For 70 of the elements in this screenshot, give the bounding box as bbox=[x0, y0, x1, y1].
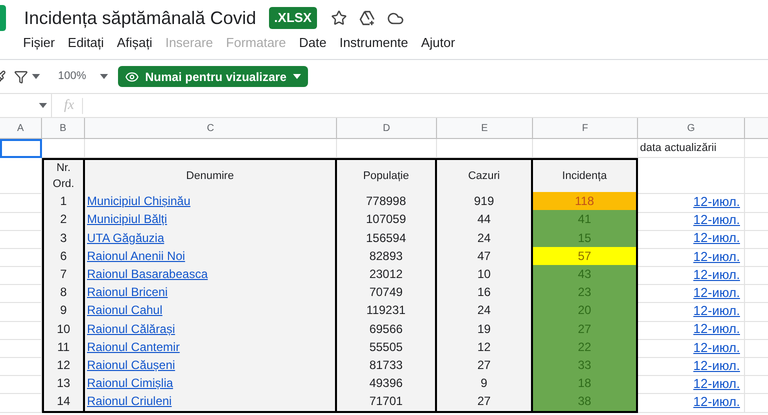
table-cell: 69566 bbox=[337, 319, 437, 340]
eye-icon bbox=[125, 70, 140, 84]
column-header[interactable]: E bbox=[437, 118, 533, 138]
caret-icon bbox=[32, 74, 40, 79]
district-link[interactable]: Raionul Cimișlia bbox=[87, 374, 174, 392]
district-link[interactable]: Raionul Căușeni bbox=[87, 356, 176, 374]
table-header-cell: Incidența bbox=[533, 158, 638, 194]
view-only-button[interactable]: Numai pentru vizualizare bbox=[118, 66, 308, 87]
incidence-cell: 27 bbox=[533, 319, 638, 340]
menu-item[interactable]: Date bbox=[299, 33, 326, 53]
district-link[interactable]: Municipiul Chișinău bbox=[87, 192, 190, 210]
table-cell: 19 bbox=[437, 319, 533, 340]
filter-button[interactable] bbox=[14, 70, 40, 84]
date-link[interactable]: 12-июл. bbox=[693, 282, 740, 302]
table-header-cell: Nr. Ord. bbox=[42, 158, 85, 194]
date-link[interactable]: 12-июл. bbox=[693, 228, 740, 248]
table-header-cell: Populație bbox=[337, 158, 437, 194]
menu-item[interactable]: Afișați bbox=[116, 33, 152, 53]
table-header-cell: Cazuri bbox=[437, 158, 533, 194]
date-link[interactable]: 12-июл. bbox=[693, 246, 740, 266]
caret-icon bbox=[292, 74, 301, 79]
filter-icon bbox=[14, 70, 28, 84]
star-icon[interactable] bbox=[330, 10, 347, 26]
caret-icon bbox=[100, 74, 108, 79]
incidence-cell: 15 bbox=[533, 228, 638, 249]
caret-icon bbox=[39, 103, 47, 108]
district-link[interactable]: Raionul Basarabeasca bbox=[87, 265, 208, 283]
table-cell: 156594 bbox=[337, 228, 437, 249]
date-link[interactable]: 12-июл. bbox=[693, 319, 740, 339]
date-link[interactable]: 12-июл. bbox=[693, 374, 740, 394]
table-cell: 10 bbox=[42, 319, 85, 340]
date-link[interactable]: 12-июл. bbox=[693, 338, 740, 357]
incidence-cell: 38 bbox=[533, 392, 638, 413]
district-link[interactable]: Raionul Criuleni bbox=[87, 392, 172, 410]
file-format-badge: .XLSX bbox=[269, 7, 317, 29]
district-link[interactable]: Raionul Cahul bbox=[87, 301, 162, 320]
column-header[interactable]: G bbox=[638, 118, 745, 138]
table-cell: 24 bbox=[437, 228, 533, 249]
district-link[interactable]: Raionul Anenii Noi bbox=[87, 246, 186, 265]
table-cell: 27 bbox=[437, 392, 533, 413]
date-link[interactable]: 12-июл. bbox=[693, 192, 740, 212]
column-header[interactable]: A bbox=[0, 118, 42, 138]
date-link[interactable]: 12-июл. bbox=[693, 210, 740, 230]
menu-item[interactable]: Fișier bbox=[23, 33, 55, 53]
district-link[interactable]: Raionul Briceni bbox=[87, 283, 168, 302]
district-link[interactable]: Raionul Călărași bbox=[87, 320, 176, 338]
table-cell: 14 bbox=[42, 392, 85, 413]
zoom-dropdown[interactable]: 100% bbox=[58, 68, 108, 85]
date-link[interactable]: 12-июл. bbox=[693, 356, 740, 376]
table-cell: 71701 bbox=[337, 392, 437, 413]
district-link[interactable]: UTA Găgăuzia bbox=[87, 228, 164, 247]
date-link[interactable]: 12-июл. bbox=[693, 301, 740, 321]
fx-label: fx bbox=[64, 97, 74, 115]
column-header[interactable]: D bbox=[337, 118, 437, 138]
column-header[interactable]: C bbox=[85, 118, 337, 138]
column-header[interactable]: B bbox=[42, 118, 85, 138]
table-header-cell: Denumire bbox=[85, 158, 337, 194]
district-link[interactable]: Municipiul Bălți bbox=[87, 210, 168, 228]
selected-cell[interactable] bbox=[0, 139, 42, 158]
date-link[interactable]: 12-июл. bbox=[693, 392, 740, 412]
drive-add-icon[interactable] bbox=[358, 10, 376, 26]
document-title[interactable]: Incidența săptămânală Covid bbox=[24, 4, 256, 32]
menu-item[interactable]: Editați bbox=[68, 33, 104, 53]
menu-item[interactable]: Instrumente bbox=[339, 33, 408, 53]
update-date-label: data actualizării bbox=[640, 140, 716, 156]
date-link[interactable]: 12-июл. bbox=[693, 264, 740, 284]
menu-item[interactable]: Ajutor bbox=[421, 33, 456, 53]
table-cell: 3 bbox=[42, 228, 85, 249]
district-link[interactable]: Raionul Cantemir bbox=[87, 338, 180, 356]
column-header[interactable]: F bbox=[533, 118, 638, 138]
